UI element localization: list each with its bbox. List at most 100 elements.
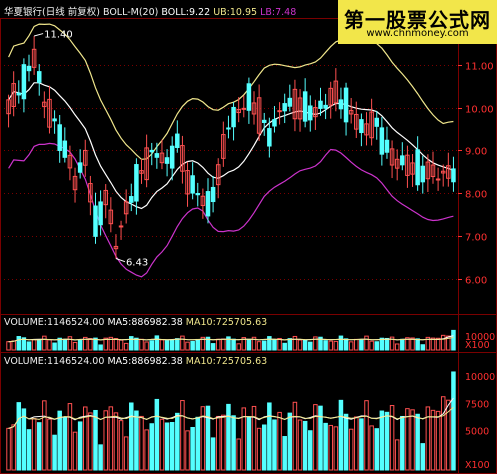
volume-bar xyxy=(144,341,149,351)
volume-bar xyxy=(129,336,134,351)
main-header: 华夏银行(日线 前复权) BOLL-M(20) BOLL:9.22 UB:10.… xyxy=(4,7,296,18)
volume-panel-1 xyxy=(6,329,456,351)
volume-bar xyxy=(292,335,298,351)
volume-bar xyxy=(308,341,313,351)
volume-bar xyxy=(282,436,287,471)
volume-bar xyxy=(405,408,410,471)
volume-bar xyxy=(287,338,293,351)
volume-tick-label: 5000 xyxy=(465,427,489,438)
volume-bar xyxy=(36,422,42,471)
candle-body xyxy=(400,155,405,166)
volume-bar xyxy=(47,418,52,471)
volume-bar xyxy=(139,338,144,351)
volume-bar xyxy=(42,335,47,351)
price-axis: 6.007.008.009.0010.0011.0010000X10010000… xyxy=(458,62,495,471)
volume-tick-label: 7500 xyxy=(465,399,489,410)
volume-bar xyxy=(31,418,37,471)
volume-bar xyxy=(195,416,201,471)
volume-bar xyxy=(415,413,420,471)
volume-bar xyxy=(154,335,160,351)
volume-bar xyxy=(333,426,339,471)
volume-bar xyxy=(226,403,231,471)
volume-bar xyxy=(435,410,441,471)
annotation-label: 11.40 xyxy=(44,30,73,41)
ma5-value: MA5:886982.38 xyxy=(107,317,183,328)
volume-value: VOLUME:1146524.00 xyxy=(4,317,105,328)
volume-bar xyxy=(11,340,16,351)
volume-bar xyxy=(318,405,323,471)
volume-bar xyxy=(410,409,415,471)
ma10-value: MA10:725705.63 xyxy=(185,317,268,328)
volume-bar xyxy=(139,415,144,471)
volume-bar xyxy=(354,338,359,351)
candle-body xyxy=(302,91,308,122)
volume-bar xyxy=(190,340,195,351)
volume-bar xyxy=(103,410,108,471)
volume-header-1: VOLUME:1146524.00 MA5:886982.38 MA10:725… xyxy=(4,317,267,328)
volume-bar xyxy=(374,341,379,351)
y-tick-label: 11.00 xyxy=(465,62,494,73)
volume-bar xyxy=(379,410,385,471)
volume-bar xyxy=(297,419,303,471)
volume-bar xyxy=(231,338,236,351)
candle-body xyxy=(246,83,252,111)
candle-body xyxy=(323,104,328,109)
candle-body xyxy=(287,97,293,107)
volume-bar xyxy=(451,371,456,471)
volume-bar xyxy=(338,399,344,471)
volume-bar xyxy=(169,339,175,351)
boll-indicator: BOLL-M(20) xyxy=(102,7,159,18)
volume-bar xyxy=(67,403,73,471)
volume-bar xyxy=(440,334,446,351)
volume-bar xyxy=(328,424,333,471)
candle-body xyxy=(261,119,267,123)
annotation-leader xyxy=(115,258,126,263)
candle-body xyxy=(415,149,420,186)
candle-body xyxy=(384,139,390,153)
volume-bar xyxy=(384,411,390,471)
volume-bar xyxy=(62,338,68,351)
volume-bar xyxy=(154,398,160,471)
volume-bar xyxy=(272,339,277,351)
volume-bar xyxy=(144,429,149,471)
candle-body xyxy=(210,186,216,203)
volume-bar xyxy=(369,340,374,351)
volume-bar xyxy=(261,424,267,471)
annotation-label: 6.43 xyxy=(126,258,148,269)
volume-bar xyxy=(267,336,272,351)
candle-body xyxy=(308,105,313,121)
candle-body xyxy=(52,118,57,122)
candle-body xyxy=(129,196,134,203)
volume-bar xyxy=(394,343,400,351)
volume-bar xyxy=(359,339,364,351)
volume-bar xyxy=(52,434,57,471)
volume-bar xyxy=(287,412,293,471)
volume-bar xyxy=(389,405,395,471)
volume-bar xyxy=(113,412,119,471)
candle-body xyxy=(282,103,287,112)
volume-bar xyxy=(400,338,405,351)
candle-body xyxy=(164,157,170,164)
volume-bar xyxy=(374,428,379,471)
y-tick-label: 10.00 xyxy=(465,105,494,116)
volume-bar xyxy=(256,427,262,471)
volume-bar xyxy=(134,337,139,351)
candle-body xyxy=(98,201,103,226)
volume-bar xyxy=(297,339,303,351)
volume-bar xyxy=(348,341,354,351)
volume-bar xyxy=(215,415,221,471)
volume-bar xyxy=(323,340,328,351)
candle-body xyxy=(57,124,62,151)
candle-body xyxy=(435,178,441,181)
volume-bar xyxy=(420,443,426,471)
candle-body xyxy=(272,119,277,127)
volume-bar xyxy=(251,405,257,471)
volume-bar xyxy=(16,336,22,351)
candle-body xyxy=(343,87,349,123)
volume-bar xyxy=(246,338,252,351)
volume-bar xyxy=(440,396,446,471)
ub-value: UB:10.95 xyxy=(213,7,258,18)
volume-bar xyxy=(333,340,339,351)
volume-bar xyxy=(62,416,68,471)
volume-tick-label: X100 xyxy=(465,340,490,351)
